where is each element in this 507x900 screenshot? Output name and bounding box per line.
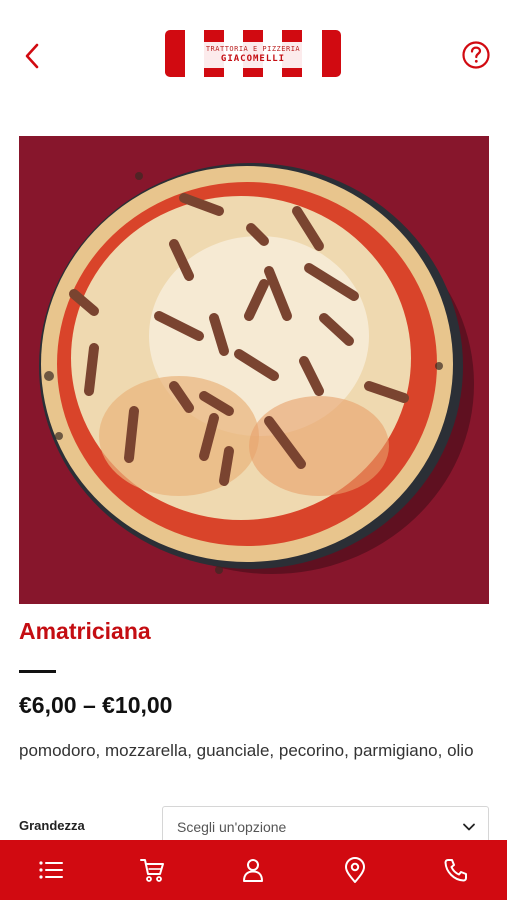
nav-account[interactable] bbox=[223, 840, 283, 900]
nav-cart[interactable] bbox=[122, 840, 182, 900]
logo-subtitle: TRATTORIA E PIZZERIA bbox=[205, 45, 301, 53]
size-label: Grandezza bbox=[19, 818, 85, 833]
product-title: Amatriciana bbox=[19, 618, 151, 644]
list-icon bbox=[39, 861, 63, 879]
title-divider bbox=[19, 670, 56, 673]
chevron-down-icon bbox=[463, 823, 475, 831]
product-ingredients: pomodoro, mozzarella, guanciale, pecorin… bbox=[19, 741, 474, 760]
map-pin-icon bbox=[344, 857, 365, 883]
logo-title: GIACOMELLI bbox=[220, 54, 286, 64]
cart-icon bbox=[140, 859, 165, 882]
phone-icon bbox=[444, 859, 468, 882]
nav-call[interactable] bbox=[426, 840, 486, 900]
chevron-left-icon bbox=[25, 43, 39, 69]
app-header: TRATTORIA E PIZZERIA GIACOMELLI bbox=[0, 0, 507, 112]
back-button[interactable] bbox=[16, 38, 48, 74]
bottom-nav bbox=[0, 840, 507, 900]
product-image bbox=[19, 136, 489, 604]
size-select-value: Scegli un'opzione bbox=[177, 819, 287, 835]
help-button[interactable] bbox=[461, 40, 491, 70]
question-circle-icon bbox=[462, 41, 490, 69]
user-icon bbox=[243, 859, 264, 882]
nav-location[interactable] bbox=[325, 840, 385, 900]
restaurant-logo: TRATTORIA E PIZZERIA GIACOMELLI bbox=[165, 30, 341, 77]
product-price: €6,00 – €10,00 bbox=[19, 692, 173, 718]
nav-menu[interactable] bbox=[21, 840, 81, 900]
